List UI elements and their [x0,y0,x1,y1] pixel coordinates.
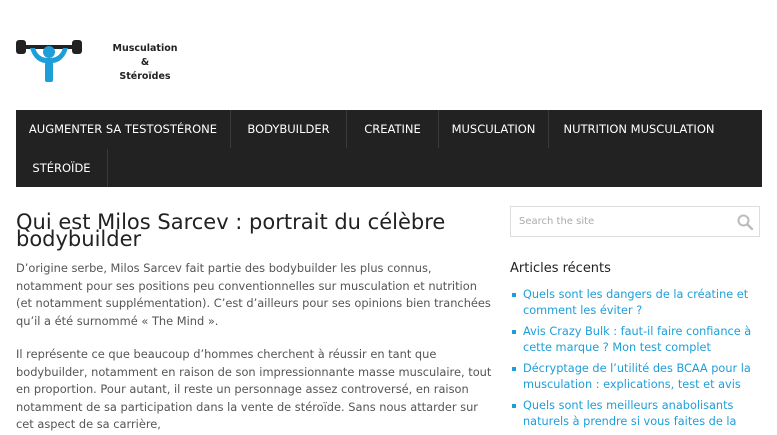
site-name: Musculation & Stéroïdes [100,42,190,84]
post-title: Qui est Milos Sarcev : portrait du célèb… [16,210,446,251]
nav-item-bodybuilder[interactable]: BODYBUILDER [231,110,347,148]
main-navigation: AUGMENTER SA TESTOSTÉRONE BODYBUILDER CR… [16,110,762,187]
list-item: Décryptage de l’utilité des BCAA pour la… [510,361,760,392]
nav-item-augmenter-testosterone[interactable]: AUGMENTER SA TESTOSTÉRONE [16,110,231,148]
search-icon[interactable] [737,214,753,230]
nav-item-steroide[interactable]: STÉROÏDE [16,149,108,187]
recent-article-link[interactable]: Quels sont les meilleurs anabolisants na… [523,399,736,428]
post-paragraph: D’origine serbe, Milos Sarcev fait parti… [16,261,491,328]
site-name-line3: Stéroïdes [119,71,171,82]
site-name-line2: & [140,57,150,68]
nav-item-creatine[interactable]: CREATINE [347,110,439,148]
list-item: Avis Crazy Bulk : faut-il faire confianc… [510,324,760,355]
barbell-person-icon [16,40,82,82]
site-logo[interactable]: Musculation & Stéroïdes [16,39,186,87]
list-item: Quels sont les meilleurs anabolisants na… [510,398,760,429]
recent-article-link[interactable]: Avis Crazy Bulk : faut-il faire confianc… [523,325,751,354]
post-paragraph: Il représente ce que beaucoup d’hommes c… [16,347,492,431]
recent-articles-title: Articles récents [510,261,611,276]
nav-item-nutrition-musculation[interactable]: NUTRITION MUSCULATION [549,110,729,148]
recent-article-link[interactable]: Quels sont les dangers de la créatine et… [523,288,748,317]
site-name-line1: Musculation [112,43,178,54]
nav-item-musculation[interactable]: MUSCULATION [439,110,549,148]
list-item: Quels sont les dangers de la créatine et… [510,287,760,318]
search-input[interactable] [511,207,734,236]
recent-article-link[interactable]: Décryptage de l’utilité des BCAA pour la… [523,362,751,391]
search-box [510,206,760,237]
recent-articles-list: Quels sont les dangers de la créatine et… [510,287,760,435]
